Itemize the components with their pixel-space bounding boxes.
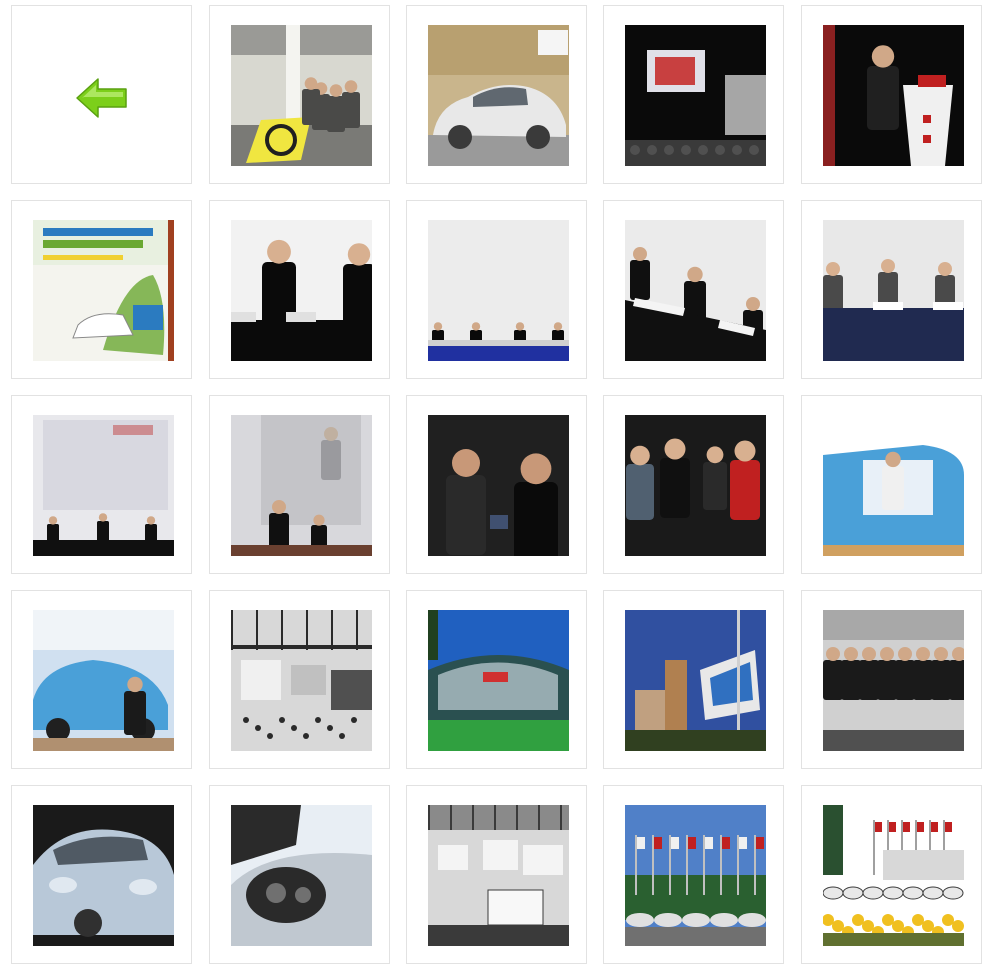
photo-image: [33, 415, 174, 556]
photo-image: [428, 25, 569, 166]
gallery-thumbnail-panel-blue-table[interactable]: [801, 200, 982, 379]
photo-image: [231, 805, 372, 946]
photo-image: [428, 610, 569, 751]
photo-image: [625, 805, 766, 946]
photo-image: [231, 415, 372, 556]
photo-image: [823, 220, 964, 361]
gallery-thumbnail-panel-faded-screen[interactable]: [11, 395, 192, 574]
photo-image: [823, 415, 964, 556]
gallery-thumbnail-group-conversation[interactable]: [603, 395, 784, 574]
gallery-thumbnail-blue-leaf-presenter[interactable]: [11, 590, 192, 769]
photo-image: [823, 25, 964, 166]
photo-image: [823, 610, 964, 751]
photo-image: [231, 25, 372, 166]
back-button[interactable]: [11, 5, 192, 184]
gallery-thumbnail-expo-hall-aerial[interactable]: [209, 590, 390, 769]
photo-image: [625, 610, 766, 751]
photo-image: [625, 415, 766, 556]
photo-image: [33, 220, 174, 361]
photo-image: [231, 220, 372, 361]
photo-image: [428, 805, 569, 946]
photo-image: [428, 220, 569, 361]
gallery-thumbnail-event-poster[interactable]: [11, 200, 192, 379]
gallery-thumbnail-blue-leaf-driver[interactable]: [801, 395, 982, 574]
photo-image: [823, 805, 964, 946]
gallery-thumbnail-speaker-at-podium[interactable]: [801, 5, 982, 184]
gallery-thumbnail-panel-three-men[interactable]: [603, 200, 784, 379]
photo-image: [33, 805, 174, 946]
gallery-thumbnail-two-men-handshake[interactable]: [209, 395, 390, 574]
photo-image: [428, 415, 569, 556]
gallery-thumbnail-white-toyota-car[interactable]: [406, 5, 587, 184]
gallery-thumbnail-modern-building-lawn[interactable]: [406, 590, 587, 769]
gallery-thumbnail-monaco-billboard[interactable]: [603, 590, 784, 769]
gallery-thumbnail-group-photo-hall[interactable]: [801, 590, 982, 769]
photo-image: [33, 610, 174, 751]
left-arrow-icon: [76, 78, 127, 118]
gallery-thumbnail-flags-yellow-flowers[interactable]: [801, 785, 982, 964]
gallery-thumbnail-expo-booths-aerial[interactable]: [406, 785, 587, 964]
gallery-thumbnail-expo-floor-crowd[interactable]: [209, 5, 390, 184]
gallery-thumbnail-panel-wide-screen[interactable]: [406, 200, 587, 379]
photo-image: [231, 610, 372, 751]
gallery-thumbnail-panel-two-men[interactable]: [209, 200, 390, 379]
photo-image: [625, 220, 766, 361]
gallery-thumbnail-charging-port[interactable]: [209, 785, 390, 964]
gallery-thumbnail-stage-screen-audience[interactable]: [603, 5, 784, 184]
gallery-thumbnail-plaza-flags-cars[interactable]: [603, 785, 784, 964]
photo-gallery: [0, 0, 984, 964]
gallery-thumbnail-two-men-talking[interactable]: [406, 395, 587, 574]
gallery-thumbnail-silver-leaf-front[interactable]: [11, 785, 192, 964]
photo-image: [625, 25, 766, 166]
